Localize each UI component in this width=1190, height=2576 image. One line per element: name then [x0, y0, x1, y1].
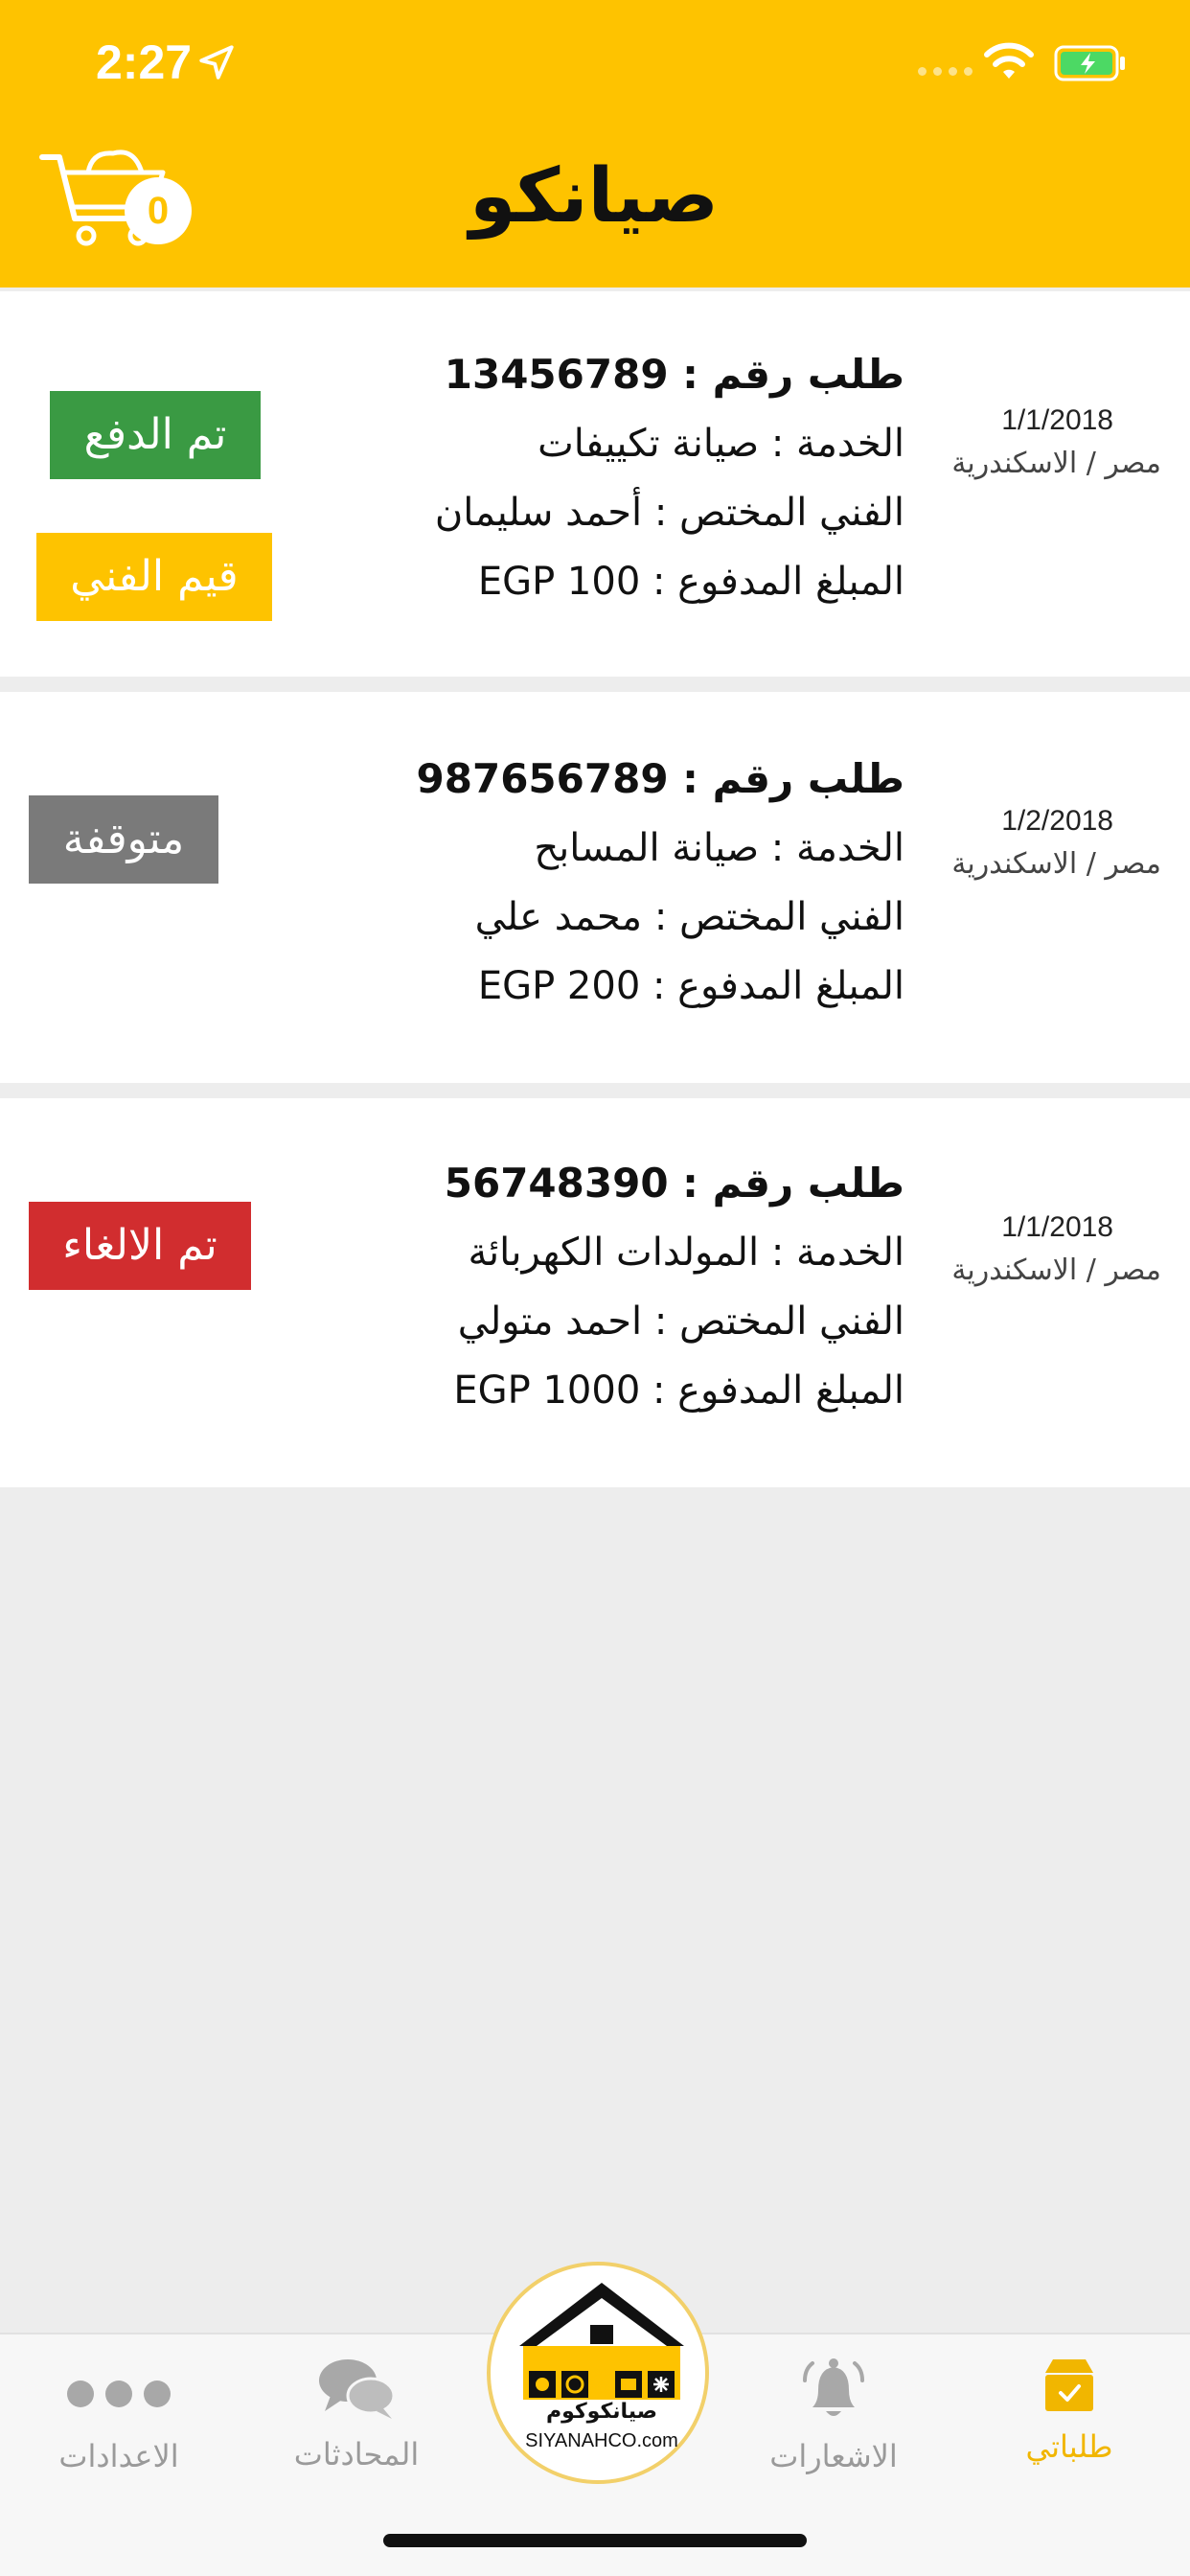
wifi-icon — [984, 42, 1034, 79]
order-date: 1/1/2018 — [1001, 1211, 1113, 1243]
signal-icon — [918, 67, 973, 76]
cart-count-badge: 0 — [125, 177, 192, 244]
order-date: 1/1/2018 — [1001, 404, 1113, 436]
order-card[interactable]: 1/2/2018 مصر / الاسكندرية طلب رقم : 9876… — [0, 692, 1190, 1083]
order-number: طلب رقم : 13456789 — [444, 351, 904, 398]
order-number: طلب رقم : 987656789 — [416, 755, 904, 802]
order-location: مصر / الاسكندرية — [951, 847, 1161, 881]
nav-label-notifications: الاشعارات — [769, 2438, 898, 2474]
order-card[interactable]: 1/1/2018 مصر / الاسكندرية طلب رقم : 1345… — [0, 291, 1190, 677]
order-amount: المبلغ المدفوع : EGP 100 — [477, 560, 904, 604]
battery-icon — [1054, 45, 1125, 81]
rate-technician-button[interactable]: قيم الفني — [36, 533, 272, 621]
more-dots-icon — [67, 2380, 171, 2407]
order-service: الخدمة : المولدات الكهربائة — [468, 1230, 904, 1275]
nav-label-settings: الاعدادات — [58, 2438, 179, 2474]
nav-item-settings[interactable]: الاعدادات — [23, 2356, 215, 2474]
order-technician: الفني المختص : محمد علي — [474, 895, 904, 939]
status-stopped-button[interactable]: متوقفة — [29, 795, 218, 884]
house-logo-icon — [519, 2283, 684, 2400]
box-icon — [1045, 2359, 1093, 2411]
bell-icon — [803, 2358, 864, 2416]
order-location: مصر / الاسكندرية — [951, 1254, 1161, 1287]
order-date: 1/2/2018 — [1001, 805, 1113, 837]
status-cancelled-button[interactable]: تم الالغاء — [29, 1202, 251, 1290]
nav-label-chats: المحادثات — [293, 2436, 420, 2472]
nav-item-notifications[interactable]: الاشعارات — [738, 2356, 929, 2474]
home-indicator[interactable] — [383, 2534, 807, 2547]
order-location: مصر / الاسكندرية — [951, 447, 1161, 480]
center-logo-button[interactable]: صيانكوكوم SIYANAHCO.com — [487, 2262, 709, 2484]
location-arrow-icon — [199, 45, 234, 80]
order-amount: المبلغ المدفوع : EGP 1000 — [453, 1368, 904, 1413]
chat-bubbles-icon — [319, 2359, 396, 2419]
nav-item-orders[interactable]: طلباتي — [973, 2356, 1165, 2465]
status-time: 2:27 — [96, 35, 193, 89]
order-service: الخدمة : صيانة المسابح — [534, 826, 904, 870]
logo-english-text: SIYANAHCO.com — [525, 2430, 678, 2451]
logo-arabic-text: صيانكوكوم — [545, 2400, 658, 2424]
order-card[interactable]: 1/1/2018 مصر / الاسكندرية طلب رقم : 5674… — [0, 1098, 1190, 1487]
order-number: طلب رقم : 56748390 — [444, 1160, 904, 1207]
nav-item-chats[interactable]: المحادثات — [261, 2356, 452, 2472]
order-service: الخدمة : صيانة تكييفات — [538, 422, 904, 466]
order-amount: المبلغ المدفوع : EGP 200 — [477, 964, 904, 1008]
order-technician: الفني المختص : احمد متولي — [457, 1300, 904, 1344]
app-title: صيانكو — [469, 153, 720, 240]
app-header: 2:27 0 صيانكو — [0, 0, 1190, 288]
order-technician: الفني المختص : أحمد سليمان — [434, 491, 904, 535]
nav-label-orders: طلباتي — [1025, 2428, 1113, 2465]
status-paid-button[interactable]: تم الدفع — [50, 391, 261, 479]
